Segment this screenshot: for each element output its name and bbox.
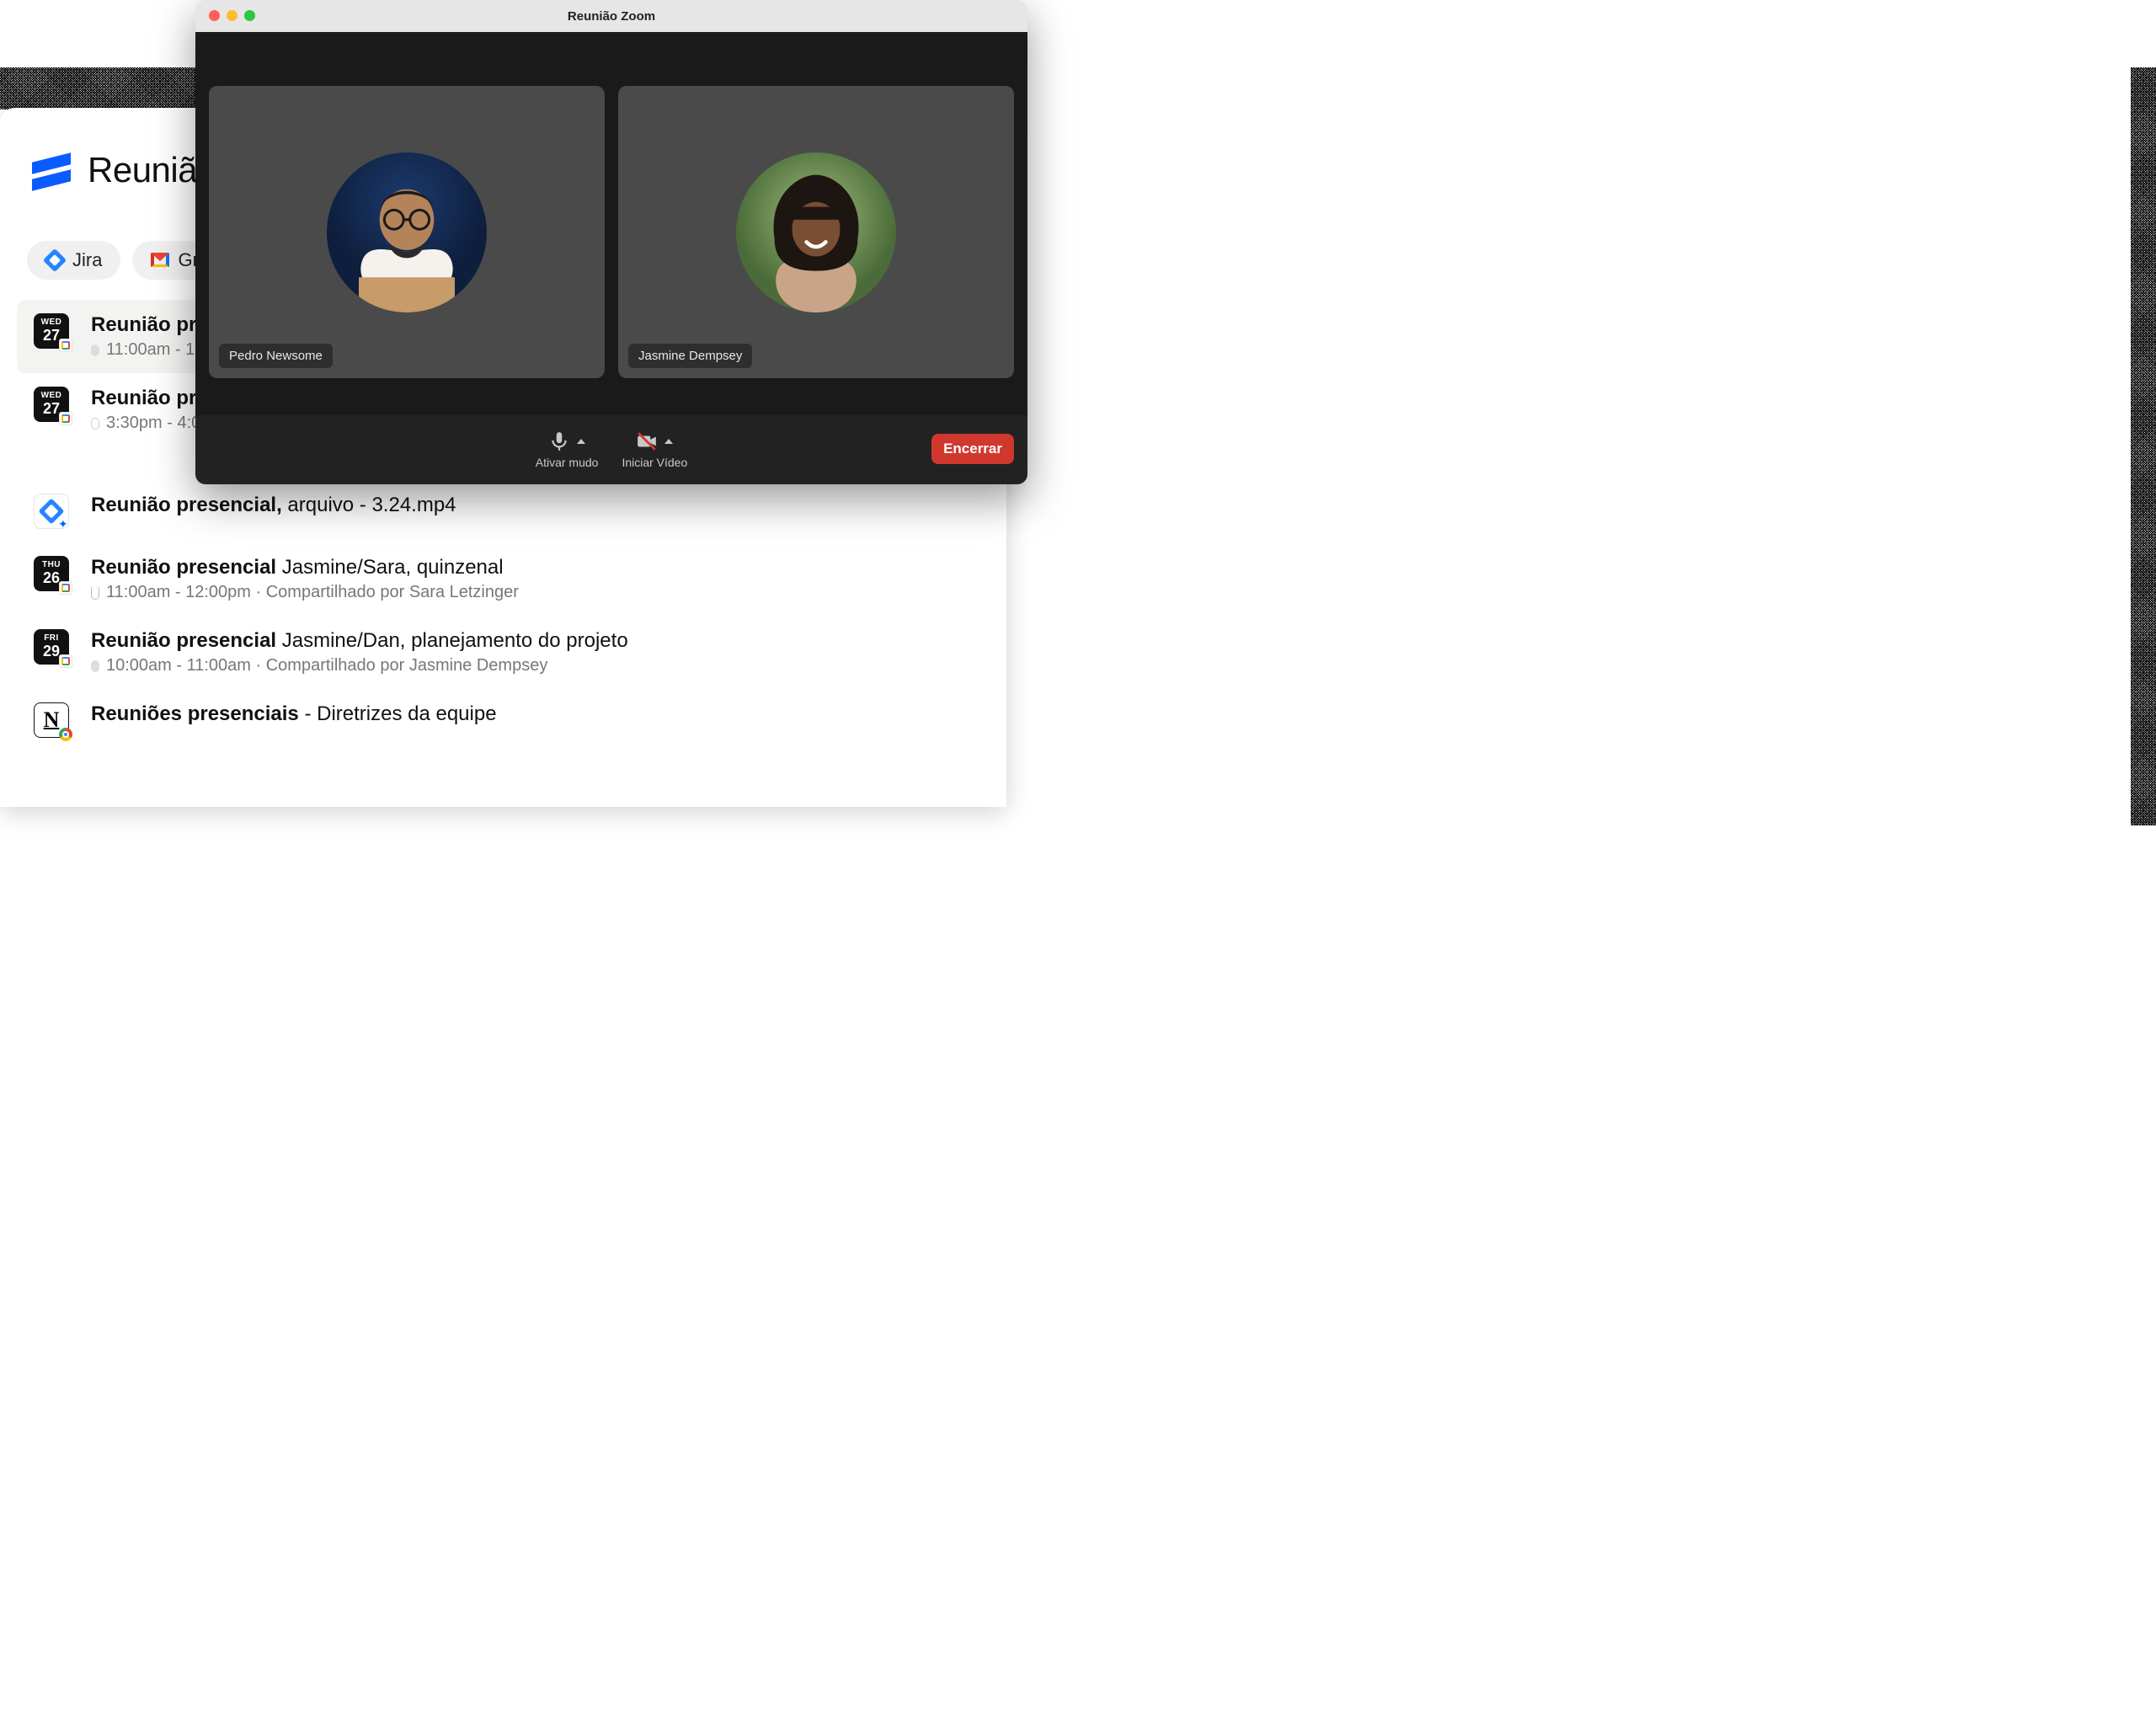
- zoom-video-grid: Pedro Newsome Jasmine Dempsey: [195, 32, 1027, 415]
- attachment-marker-icon: [91, 586, 99, 600]
- video-label: Iniciar Vídeo: [622, 456, 687, 469]
- file-icon: ✦: [34, 494, 69, 529]
- window-traffic-lights[interactable]: [209, 10, 255, 21]
- mute-button[interactable]: Ativar mudo: [536, 430, 599, 469]
- participant-name-tag: Jasmine Dempsey: [628, 344, 752, 368]
- window-minimize-icon[interactable]: [227, 10, 237, 21]
- result-item[interactable]: FRI 29 Reunião presencial Jasmine/Dan, p…: [25, 616, 981, 689]
- calendar-icon: WED 27: [34, 387, 69, 422]
- app-logo-icon: [32, 151, 71, 190]
- result-title: Reunião presencial Jasmine/Sara, quinzen…: [91, 556, 519, 579]
- calendar-icon: FRI 29: [34, 629, 69, 665]
- result-title: Reuniões presenciais - Diretrizes da equ…: [91, 702, 497, 726]
- window-close-icon[interactable]: [209, 10, 220, 21]
- filter-chip-jira[interactable]: Jira: [27, 241, 120, 280]
- notion-icon: N: [34, 702, 69, 738]
- camera-off-icon: [636, 430, 658, 452]
- google-calendar-badge-icon: [59, 581, 72, 595]
- chip-label: Jira: [72, 249, 102, 271]
- chevron-up-icon[interactable]: [664, 439, 673, 444]
- dropbox-badge-icon: ✦: [58, 518, 72, 531]
- participant-name-tag: Pedro Newsome: [219, 344, 333, 368]
- result-title: Reunião presencial Jasmine/Dan, planejam…: [91, 629, 628, 653]
- microphone-icon: [548, 430, 570, 452]
- mute-label: Ativar mudo: [536, 456, 599, 469]
- calendar-icon: THU 26: [34, 556, 69, 591]
- google-calendar-badge-icon: [59, 412, 72, 425]
- event-color-marker-icon: [91, 660, 99, 672]
- result-subtitle: 11:00am - 12:00pm · Compartilhado por Sa…: [91, 583, 519, 602]
- window-title: Reunião Zoom: [568, 9, 655, 24]
- zoom-toolbar: Ativar mudo Iniciar Vídeo Encerrar: [195, 415, 1027, 484]
- zoom-window: Reunião Zoom Pedro Newsome: [195, 0, 1027, 484]
- event-color-marker-icon: [91, 418, 99, 430]
- google-calendar-badge-icon: [59, 339, 72, 352]
- chrome-badge-icon: [59, 728, 72, 741]
- result-title: Reunião presencial, arquivo - 3.24.mp4: [91, 494, 456, 517]
- result-subtitle: 10:00am - 11:00am · Compartilhado por Ja…: [91, 656, 628, 675]
- avatar: [736, 152, 896, 312]
- avatar: [327, 152, 487, 312]
- decorative-noise-right: [2131, 67, 2156, 825]
- result-item[interactable]: THU 26 Reunião presencial Jasmine/Sara, …: [25, 542, 981, 616]
- google-calendar-badge-icon: [59, 654, 72, 668]
- participant-tile[interactable]: Pedro Newsome: [209, 86, 605, 378]
- calendar-icon: WED 27: [34, 313, 69, 349]
- window-maximize-icon[interactable]: [244, 10, 255, 21]
- chevron-up-icon[interactable]: [577, 439, 585, 444]
- gmail-icon: [151, 251, 169, 270]
- end-meeting-button[interactable]: Encerrar: [931, 434, 1014, 464]
- jira-icon: [45, 251, 64, 270]
- result-item[interactable]: ✦ Reunião presencial, arquivo - 3.24.mp4: [25, 480, 981, 542]
- event-color-marker-icon: [91, 344, 99, 356]
- window-titlebar[interactable]: Reunião Zoom: [195, 0, 1027, 32]
- participant-tile[interactable]: Jasmine Dempsey: [618, 86, 1014, 378]
- start-video-button[interactable]: Iniciar Vídeo: [622, 430, 687, 469]
- result-item[interactable]: N Reuniões presenciais - Diretrizes da e…: [25, 689, 981, 751]
